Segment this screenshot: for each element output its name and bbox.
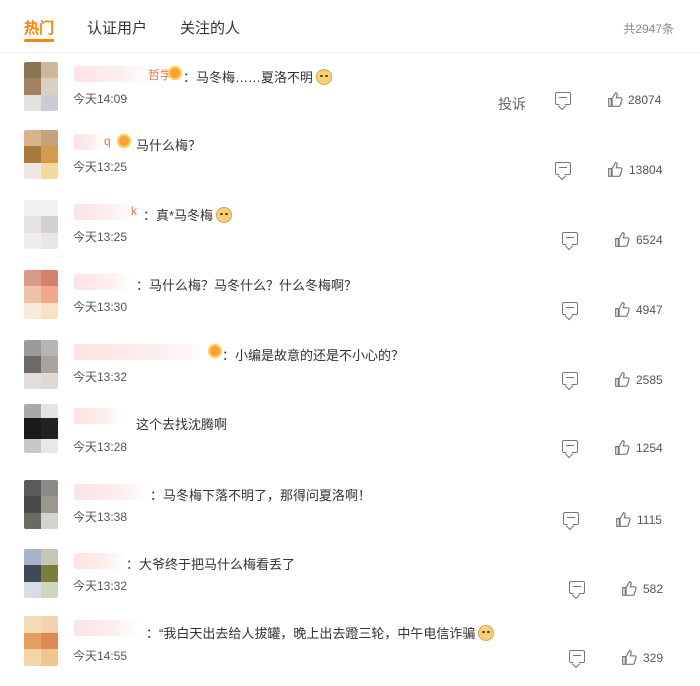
username[interactable] <box>74 66 152 82</box>
dog-icon <box>216 207 233 223</box>
tab-verified-users[interactable]: 认证用户 <box>87 17 147 38</box>
reply-icon[interactable] <box>569 581 585 594</box>
avatar[interactable] <box>24 62 58 111</box>
avatar[interactable] <box>24 270 58 319</box>
username[interactable] <box>74 484 150 500</box>
reply-icon[interactable] <box>555 92 571 105</box>
tab-hot[interactable]: 热门 <box>24 17 54 38</box>
comment-time: 今天14:55 <box>73 649 128 663</box>
like-icon[interactable] <box>607 91 624 108</box>
username[interactable] <box>74 134 104 150</box>
comment-time: 今天14:09 <box>73 92 128 106</box>
badge-icon <box>168 66 182 80</box>
comment-text: ：小编是故意的还是不小心的？ <box>222 348 405 363</box>
like-count[interactable]: 1254 <box>636 441 663 455</box>
like-count[interactable]: 28074 <box>628 93 661 107</box>
reply-icon[interactable] <box>569 650 585 663</box>
comment-item: ：大爷终于把马什么梅看丢了 今天13:32 582 <box>0 549 700 619</box>
dog-icon <box>316 69 333 85</box>
comment-item: ：马什么梅？马冬什么？什么冬梅啊？ 今天13:30 4947 <box>0 270 700 340</box>
like-count[interactable]: 2585 <box>636 373 663 387</box>
total-count: 共2947条 <box>623 22 674 36</box>
reply-icon[interactable] <box>562 372 578 385</box>
comment-item: 哲学 ：马冬梅……夏洛不明 今天14:09 投诉 28074 <box>0 62 700 132</box>
comment-text: 马什么梅？ <box>136 138 202 153</box>
comment-item: ：“我白天出去给人拔罐，晚上出去蹬三轮，中午电信诈骗 今天14:55 329 <box>0 616 700 686</box>
username[interactable] <box>74 553 126 569</box>
like-count[interactable]: 329 <box>643 651 663 665</box>
comment-time: 今天13:32 <box>73 579 128 593</box>
comment-item: q 马什么梅？ 今天13:25 13804 <box>0 130 700 200</box>
reply-icon[interactable] <box>562 302 578 315</box>
username-visible[interactable]: k <box>131 204 137 218</box>
comment-text: ：大爷终于把马什么梅看丢了 <box>126 557 296 572</box>
like-icon[interactable] <box>614 371 631 388</box>
comment-time: 今天13:38 <box>73 510 128 524</box>
badge-icon <box>117 134 131 148</box>
comment-text: ：“我白天出去给人拔罐，晚上出去蹬三轮，中午电信诈骗 <box>146 623 495 642</box>
comment-time: 今天13:25 <box>73 160 128 174</box>
like-count[interactable]: 1115 <box>637 513 662 527</box>
avatar[interactable] <box>24 130 58 179</box>
like-icon[interactable] <box>614 231 631 248</box>
avatar[interactable] <box>24 404 58 453</box>
comment-time: 今天13:32 <box>73 370 128 384</box>
like-icon[interactable] <box>607 161 624 178</box>
like-icon[interactable] <box>621 649 638 666</box>
comment-item: ：小编是故意的还是不小心的？ 今天13:32 2585 <box>0 340 700 410</box>
report-button[interactable]: 投诉 <box>498 94 526 114</box>
like-icon[interactable] <box>614 439 631 456</box>
like-icon[interactable] <box>615 511 632 528</box>
avatar[interactable] <box>24 549 58 598</box>
dog-icon <box>478 625 495 641</box>
comment-item: ：马冬梅下落不明了，那得问夏洛啊！ 今天13:38 1115 <box>0 480 700 550</box>
badge-icon <box>208 344 222 358</box>
comment-time: 今天13:28 <box>73 440 128 454</box>
username[interactable] <box>74 620 138 636</box>
tabs-divider <box>0 52 700 53</box>
comment-tabs: 热门 认证用户 关注的人 共2947条 <box>0 0 700 52</box>
comment-text: ：马什么梅？马冬什么？什么冬梅啊？ <box>136 278 358 293</box>
reply-icon[interactable] <box>555 162 571 175</box>
like-count[interactable]: 6524 <box>636 233 663 247</box>
like-count[interactable]: 4947 <box>636 303 663 317</box>
comment-text: 这个去找沈腾啊 <box>136 417 228 432</box>
tab-following[interactable]: 关注的人 <box>180 17 240 38</box>
like-icon[interactable] <box>614 301 631 318</box>
comment-text: ：马冬梅……夏洛不明 <box>183 67 333 86</box>
comment-text: ：马冬梅下落不明了，那得问夏洛啊！ <box>150 488 372 503</box>
username[interactable] <box>74 274 132 290</box>
comment-text: ：真*马冬梅 <box>143 205 233 224</box>
avatar[interactable] <box>24 340 58 389</box>
comment-time: 今天13:25 <box>73 230 128 244</box>
reply-icon[interactable] <box>562 232 578 245</box>
comment-item: 这个去找沈腾啊 今天13:28 1254 <box>0 404 700 474</box>
like-count[interactable]: 13804 <box>629 163 662 177</box>
like-icon[interactable] <box>621 580 638 597</box>
tab-active-indicator <box>24 39 54 42</box>
reply-icon[interactable] <box>562 440 578 453</box>
avatar[interactable] <box>24 200 58 249</box>
comment-item: k ：真*马冬梅 今天13:25 6524 <box>0 200 700 270</box>
username[interactable] <box>74 204 134 220</box>
username[interactable] <box>74 344 210 360</box>
username[interactable] <box>74 408 124 424</box>
like-count[interactable]: 582 <box>643 582 663 596</box>
avatar[interactable] <box>24 616 58 666</box>
username-visible[interactable]: q <box>104 134 111 148</box>
reply-icon[interactable] <box>563 512 579 525</box>
avatar[interactable] <box>24 480 58 529</box>
comment-time: 今天13:30 <box>73 300 128 314</box>
